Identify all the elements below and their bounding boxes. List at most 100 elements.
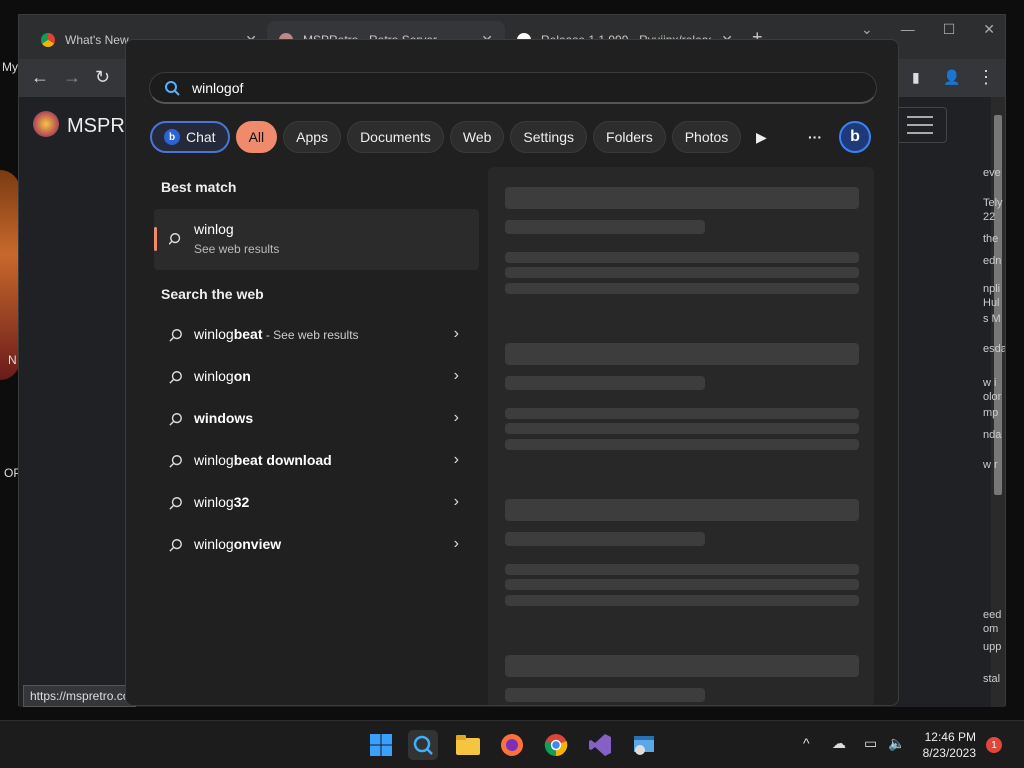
chevron-right-icon[interactable]: ›: [454, 535, 459, 553]
page-text-fragment: stal: [983, 673, 1001, 685]
page-text-fragment: olor: [983, 391, 1002, 403]
chevron-right-icon[interactable]: ›: [454, 409, 459, 427]
suggestion-bold: beat: [233, 326, 263, 342]
filter-folders[interactable]: Folders: [593, 121, 666, 153]
loading-skeleton-bar: [505, 499, 859, 521]
filter-label: Folders: [606, 129, 653, 145]
web-result-item[interactable]: winlog32 ›: [154, 484, 479, 522]
onedrive-offline-icon[interactable]: ☁: [832, 735, 846, 752]
tray-overflow-chevron-icon[interactable]: ^: [803, 735, 810, 751]
bing-chat-icon: b: [164, 129, 180, 145]
filter-label: Settings: [523, 129, 575, 145]
page-text-fragment: npli: [983, 283, 1001, 295]
chrome-icon: [41, 33, 55, 47]
loading-skeleton-bar: [505, 532, 705, 546]
page-text-fragment: eve: [983, 167, 1001, 179]
page-text-fragment: upp: [983, 641, 1002, 653]
best-match-title: winlog: [194, 221, 234, 237]
filter-all[interactable]: All: [235, 121, 278, 153]
volume-icon[interactable]: 🔈: [888, 735, 905, 752]
clock[interactable]: 12:46 PM 8/23/2023: [923, 729, 976, 761]
web-result-item[interactable]: winlogonview ›: [154, 526, 479, 564]
best-match-item[interactable]: winlog See web results: [154, 209, 479, 270]
close-button[interactable]: ✕: [983, 21, 995, 38]
search-icon[interactable]: [408, 730, 438, 760]
preview-pane-loading: [488, 167, 874, 705]
loading-skeleton-bar: [505, 343, 859, 365]
page-text-fragment: Hul: [983, 297, 1000, 309]
filter-apps[interactable]: Apps: [283, 121, 342, 153]
loading-skeleton-bar: [505, 655, 859, 677]
filter-label: Photos: [684, 129, 729, 145]
loading-skeleton-bar: [505, 267, 859, 278]
forward-arrow-icon[interactable]: →: [63, 67, 81, 87]
web-result-item[interactable]: winlogon ›: [154, 358, 479, 396]
play-more-filters-icon[interactable]: ▶: [756, 129, 767, 146]
more-options-icon[interactable]: ···: [808, 129, 822, 145]
side-panel-icon[interactable]: ▮: [912, 67, 920, 87]
suggestion-bold: on: [233, 368, 251, 384]
reload-icon[interactable]: ↻: [95, 67, 110, 87]
web-result-label: winlogbeat download: [194, 452, 332, 468]
web-result-item[interactable]: windows ›: [154, 400, 479, 438]
suggestion-bold: windows: [194, 410, 254, 426]
chrome-menu-icon[interactable]: ⋮: [977, 67, 995, 87]
web-result-label: winlogonview: [194, 536, 281, 552]
filter-photos[interactable]: Photos: [671, 121, 742, 153]
profile-icon[interactable]: 👤: [943, 67, 960, 87]
hamburger-menu-button[interactable]: [893, 107, 947, 143]
web-result-label: winlogbeat - See web results: [194, 326, 359, 342]
search-box[interactable]: [149, 72, 877, 104]
web-result-item[interactable]: winlogbeat download ›: [154, 442, 479, 480]
minimize-button[interactable]: —: [901, 21, 915, 37]
loading-skeleton-bar: [505, 564, 859, 575]
clock-date: 8/23/2023: [922, 746, 976, 760]
loading-skeleton-bar: [505, 688, 705, 702]
filter-web[interactable]: Web: [449, 121, 505, 153]
search-input[interactable]: [192, 79, 792, 96]
web-result-label: windows: [194, 410, 253, 426]
chrome-icon[interactable]: [541, 730, 571, 760]
app-window-icon[interactable]: [629, 730, 659, 760]
page-text-fragment: w r: [983, 459, 998, 471]
bing-icon[interactable]: b: [839, 121, 871, 153]
web-result-item[interactable]: winlogbeat - See web results ›: [154, 316, 479, 354]
loading-skeleton-bar: [505, 423, 859, 434]
chevron-right-icon[interactable]: ›: [454, 451, 459, 469]
filter-documents[interactable]: Documents: [347, 121, 444, 153]
page-text-fragment: nda: [983, 429, 1002, 441]
tab-search-chevron-icon[interactable]: ⌄: [861, 21, 873, 38]
suggestion-bold: beat download: [233, 452, 332, 468]
suggestion-sub: - See web results: [262, 328, 359, 342]
page-text-fragment: esda: [983, 343, 1005, 355]
desktop-icon-label[interactable]: N: [8, 353, 17, 367]
firefox-icon[interactable]: [497, 730, 527, 760]
notification-badge[interactable]: 1: [986, 737, 1002, 753]
loading-skeleton-bar: [505, 439, 859, 450]
windows-search-flyout: b Chat All Apps Documents Web Settings F…: [125, 39, 899, 706]
loading-skeleton-bar: [505, 283, 859, 294]
chevron-right-icon[interactable]: ›: [454, 367, 459, 385]
loading-skeleton-bar: [505, 252, 859, 263]
query-prefix: winlog: [194, 368, 234, 384]
maximize-button[interactable]: ☐: [943, 21, 956, 38]
filter-label: All: [248, 129, 265, 145]
desktop-icon-label[interactable]: My: [2, 60, 18, 74]
back-arrow-icon[interactable]: ←: [31, 67, 49, 87]
search-filter-bar: b Chat All Apps Documents Web Settings F…: [150, 121, 742, 153]
search-icon: [169, 497, 182, 510]
search-icon: [169, 371, 182, 384]
start-windows-icon[interactable]: [366, 730, 396, 760]
file-explorer-icon[interactable]: [453, 730, 483, 760]
chevron-right-icon[interactable]: ›: [454, 325, 459, 343]
tab-title: What's New: [65, 33, 129, 47]
query-prefix: winlog: [194, 452, 234, 468]
chevron-right-icon[interactable]: ›: [454, 493, 459, 511]
loading-skeleton-bar: [505, 220, 705, 234]
network-icon[interactable]: ▭: [864, 735, 877, 752]
visual-studio-icon[interactable]: [585, 730, 615, 760]
filter-settings[interactable]: Settings: [510, 121, 588, 153]
mspretro-logo-icon[interactable]: [33, 111, 59, 137]
suggestion-bold: onview: [233, 536, 282, 552]
filter-chat[interactable]: b Chat: [150, 121, 230, 153]
